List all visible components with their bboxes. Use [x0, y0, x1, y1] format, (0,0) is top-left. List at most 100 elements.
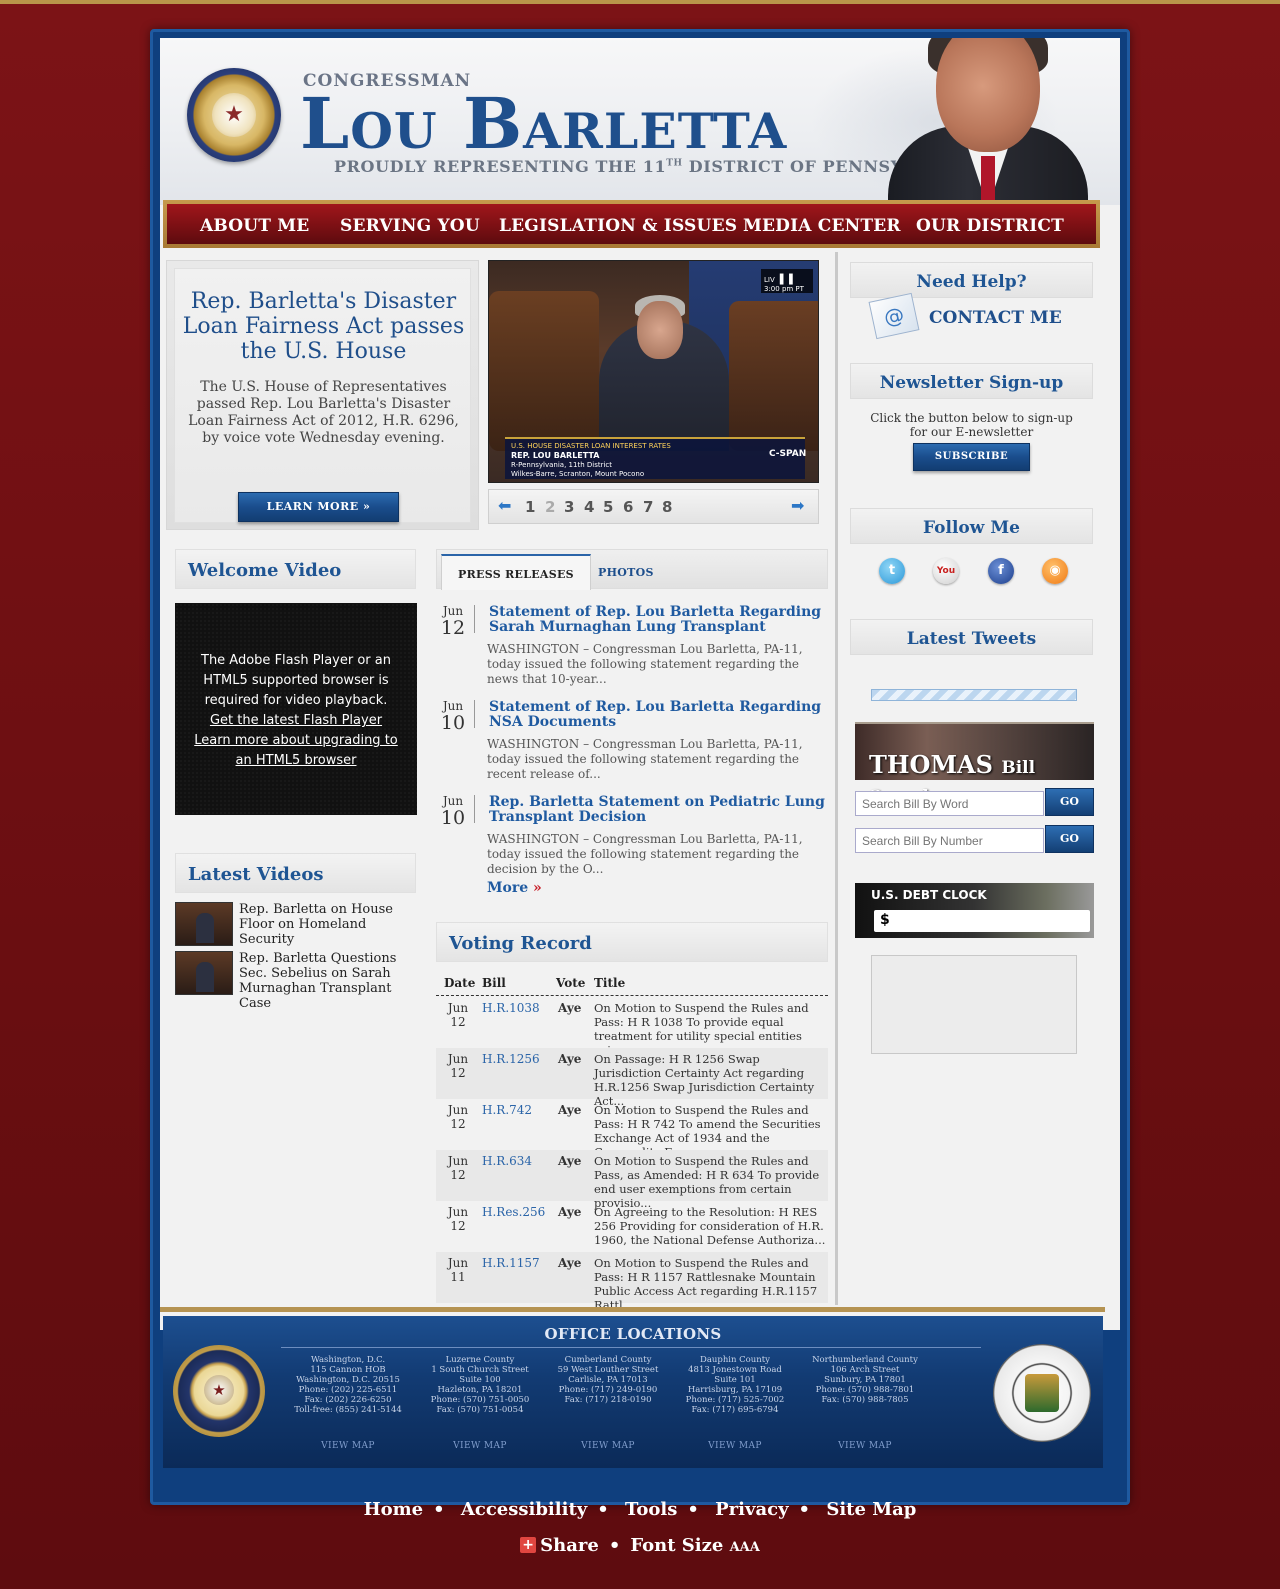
vote-title: On Motion to Suspend the Rules and Pass:…	[594, 1256, 818, 1312]
vote-date: Jun 12	[447, 1154, 469, 1182]
get-flash-link[interactable]: Get the latest Flash Player	[175, 711, 417, 731]
subscribe-button[interactable]: SUBSCRIBE	[913, 443, 1030, 471]
view-map-link[interactable]: VIEW MAP	[283, 1441, 413, 1451]
search-word-go-button[interactable]: GO	[1045, 788, 1094, 816]
office-dauphin: Dauphin County 4813 Jonestown Road Suite 1…	[670, 1355, 800, 1451]
table-row: Jun 12 H.Res.256 Aye On Agreeing to the R…	[436, 1201, 828, 1252]
footer-link-accessibility[interactable]: Accessibility	[461, 1499, 587, 1520]
pager-page-7[interactable]: 7	[643, 498, 653, 516]
more-press-link[interactable]: More »	[487, 880, 542, 896]
vote-bill-link[interactable]: H.R.1038	[482, 1001, 540, 1015]
facebook-icon[interactable]: f	[988, 558, 1014, 584]
vote-value: Aye	[558, 1154, 582, 1168]
press-release-title[interactable]: Statement of Rep. Lou Barletta Regarding…	[489, 605, 829, 635]
vote-value: Aye	[558, 1205, 582, 1219]
view-map-link[interactable]: VIEW MAP	[670, 1441, 800, 1451]
rss-icon[interactable]: ◉	[1042, 558, 1068, 584]
search-bill-word-input[interactable]	[855, 791, 1044, 816]
pager-page-1[interactable]: 1	[525, 498, 535, 516]
html5-upgrade-link[interactable]: Learn more about upgrading to an HTML5 b…	[175, 731, 417, 771]
vote-date: Jun 11	[447, 1256, 469, 1284]
sidebar-widget-placeholder	[871, 955, 1077, 1054]
prev-arrow-icon[interactable]: ⬅	[498, 498, 514, 514]
thomas-banner: THOMAS Bill Search	[855, 722, 1094, 807]
footer-links: Home • Accessibility • Tools • Privacy • Sit…	[363, 1499, 917, 1520]
learn-more-button[interactable]: LEARN MORE »	[238, 492, 399, 522]
tab-press-releases[interactable]: PRESS RELEASES	[441, 554, 591, 590]
vote-date: Jun 12	[447, 1103, 469, 1131]
broadcast-chyron: U.S. HOUSE DISASTER LOAN INTEREST RATES …	[505, 437, 805, 479]
nav-media-center[interactable]: MEDIA CENTER	[743, 216, 901, 236]
search-number-go-button[interactable]: GO	[1045, 825, 1094, 853]
office-locations-heading: OFFICE LOCATIONS	[544, 1325, 722, 1343]
nav-our-district[interactable]: OUR DISTRICT	[916, 216, 1064, 236]
share-icon[interactable]: +	[520, 1537, 537, 1553]
slide-pager: ⬅ 1 2 3 4 5 6 7 8 ➡	[488, 489, 819, 524]
nav-legislation-issues[interactable]: LEGISLATION & ISSUES	[499, 216, 737, 236]
video-title[interactable]: Rep. Barletta on House Floor on Homeland…	[239, 902, 419, 947]
view-map-link[interactable]: VIEW MAP	[543, 1441, 673, 1451]
tweets-loading-bar	[871, 689, 1077, 701]
vote-value: Aye	[558, 1052, 582, 1066]
voting-table-header: Date Bill Vote Title	[436, 973, 828, 996]
flash-video-player[interactable]: The Adobe Flash Player or an HTML5 suppo…	[175, 603, 417, 815]
footer-gold-rule	[160, 1307, 1105, 1312]
share-link[interactable]: Share	[540, 1535, 599, 1556]
press-release-title[interactable]: Rep. Barletta Statement on Pediatric Lun…	[489, 795, 829, 825]
latest-tweets-heading: Latest Tweets	[850, 619, 1093, 655]
office-cumberland: Cumberland County 59 West Louther Street C…	[543, 1355, 673, 1451]
footer-link-site-map[interactable]: Site Map	[826, 1499, 916, 1520]
tab-photos[interactable]: PHOTOS	[582, 554, 670, 590]
footer-link-privacy[interactable]: Privacy	[715, 1499, 788, 1520]
congressman-portrait	[888, 38, 1088, 205]
vote-bill-link[interactable]: H.R.634	[482, 1154, 532, 1168]
follow-me-heading: Follow Me	[850, 508, 1093, 544]
view-map-link[interactable]: VIEW MAP	[415, 1441, 545, 1451]
site-header: ★ CONGRESSMAN Lou Barletta PROUDLY REPRE…	[160, 38, 1120, 205]
next-arrow-icon[interactable]: ➡	[791, 498, 807, 514]
featured-slide-image[interactable]: LIV ❚❚ 3:00 pm PT U.S. HOUSE DISASTER LOA…	[488, 260, 819, 483]
font-size-label: Font Size	[630, 1535, 724, 1556]
vote-bill-link[interactable]: H.R.742	[482, 1103, 532, 1117]
youtube-icon[interactable]: You	[933, 558, 959, 584]
pager-page-2-active[interactable]: 2	[545, 498, 555, 516]
press-release-date: Jun 10	[440, 699, 466, 734]
video-thumbnail[interactable]	[175, 951, 233, 995]
pager-page-6[interactable]: 6	[623, 498, 633, 516]
pager-page-8[interactable]: 8	[662, 498, 672, 516]
pager-page-3[interactable]: 3	[564, 498, 574, 516]
press-release-date: Jun 10	[440, 794, 466, 829]
search-bill-number-input[interactable]	[855, 828, 1044, 853]
pager-page-4[interactable]: 4	[584, 498, 594, 516]
debt-clock-value: $	[874, 910, 1090, 932]
press-release-excerpt: WASHINGTON – Congressman Lou Barletta, P…	[487, 737, 803, 781]
contact-me-link[interactable]: CONTACT ME	[929, 308, 1062, 328]
cspan-logo: C-SPAN	[769, 449, 807, 459]
news-tabs: PRESS RELEASES PHOTOS	[436, 549, 828, 590]
vote-bill-link[interactable]: H.R.1256	[482, 1052, 540, 1066]
video-thumbnail[interactable]	[175, 902, 233, 946]
vote-bill-link[interactable]: H.R.1157	[482, 1256, 540, 1270]
site-title[interactable]: Lou Barletta	[300, 83, 787, 165]
debt-clock: U.S. DEBT CLOCK $	[855, 883, 1094, 938]
column-divider	[835, 252, 838, 1305]
newsletter-description: Click the button below to sign-up for ou…	[870, 411, 1073, 439]
view-map-link[interactable]: VIEW MAP	[800, 1441, 930, 1451]
footer-divider	[281, 1347, 981, 1348]
video-title[interactable]: Rep. Barletta Questions Sec. Sebelius on…	[239, 951, 419, 1011]
featured-story-title[interactable]: Rep. Barletta's Disaster Loan Fairness A…	[167, 289, 480, 364]
nav-about-me[interactable]: ABOUT ME	[200, 216, 309, 236]
vote-date: Jun 12	[447, 1001, 469, 1029]
twitter-icon[interactable]: t	[879, 558, 905, 584]
newsletter-heading: Newsletter Sign-up	[850, 363, 1093, 399]
congress-seal-icon: ★	[187, 68, 281, 162]
footer-link-tools[interactable]: Tools	[625, 1499, 677, 1520]
footer-link-home[interactable]: Home	[364, 1499, 424, 1520]
font-size-controls[interactable]: AAA	[730, 1540, 760, 1555]
pager-page-5[interactable]: 5	[603, 498, 613, 516]
nav-serving-you[interactable]: SERVING YOU	[340, 216, 480, 236]
press-release-excerpt: WASHINGTON – Congressman Lou Barletta, P…	[487, 642, 803, 686]
vote-bill-link[interactable]: H.Res.256	[482, 1205, 545, 1219]
press-release-title[interactable]: Statement of Rep. Lou Barletta Regarding…	[489, 700, 829, 730]
header-tagline: PROUDLY REPRESENTING THE 11TH DISTRICT O…	[334, 157, 974, 176]
